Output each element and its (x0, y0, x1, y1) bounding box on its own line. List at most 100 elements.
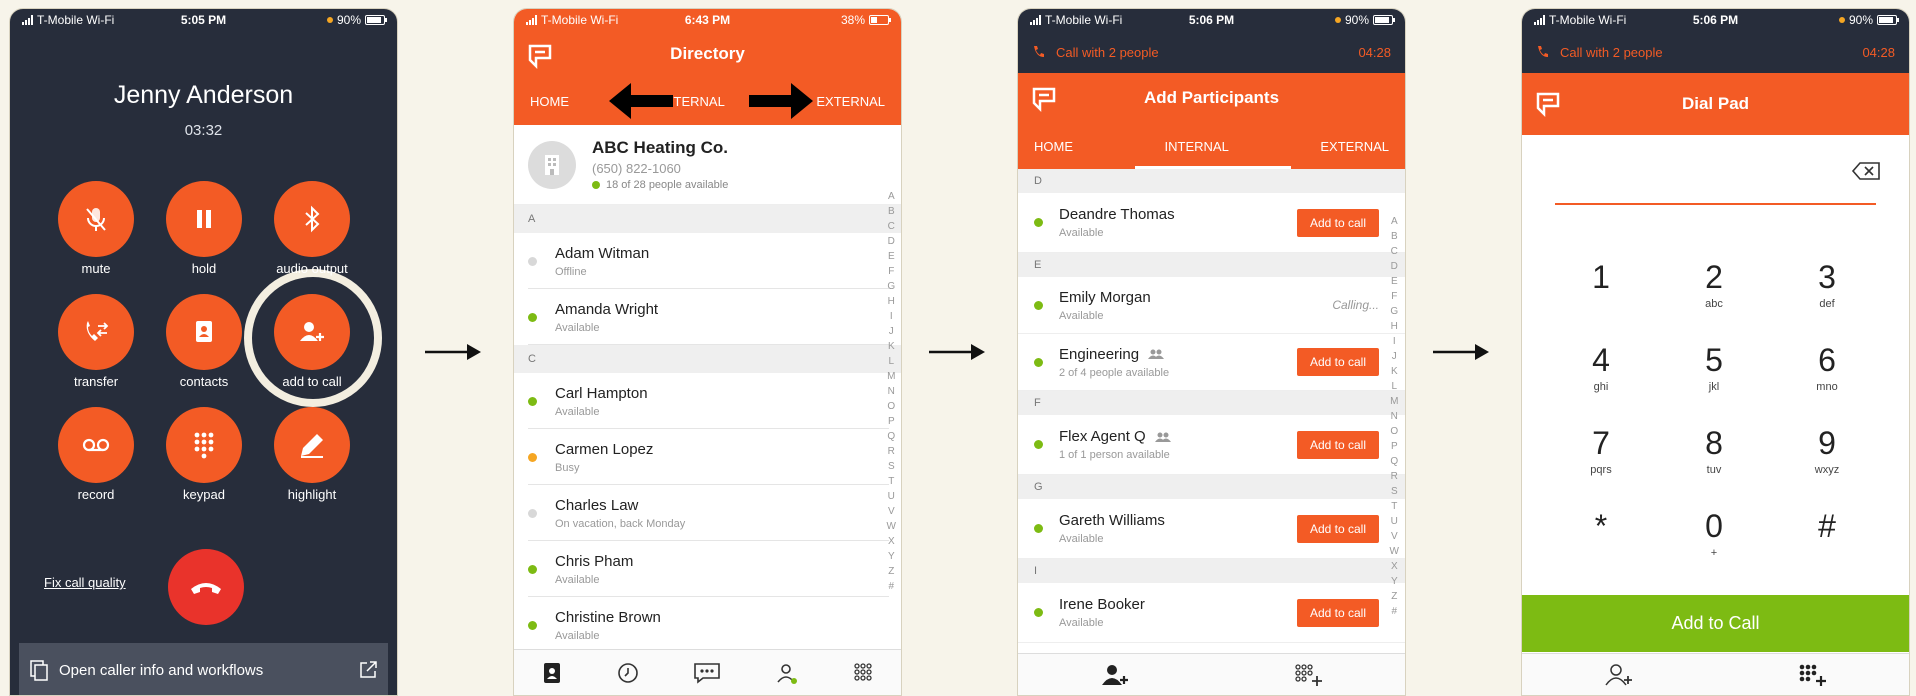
history-icon[interactable] (616, 661, 640, 685)
index-letter[interactable]: B (888, 204, 895, 219)
contacts-button[interactable]: contacts (166, 294, 242, 389)
index-letter[interactable]: U (888, 489, 895, 504)
index-letter[interactable]: R (1391, 469, 1398, 484)
add-dialpad-icon[interactable] (1797, 662, 1827, 688)
index-letter[interactable]: A (1391, 214, 1398, 229)
index-letter[interactable]: T (1391, 499, 1397, 514)
index-letter[interactable]: V (1391, 529, 1398, 544)
index-letter[interactable]: S (888, 459, 895, 474)
active-call-bar[interactable]: Call with 2 people 04:28 (1018, 31, 1405, 73)
index-letter[interactable]: C (1391, 244, 1398, 259)
add-to-call-button[interactable]: Add to call (1297, 348, 1379, 376)
dial-key[interactable]: # (1782, 508, 1872, 547)
index-letter[interactable]: K (888, 339, 895, 354)
dial-key[interactable]: 1 (1556, 259, 1646, 298)
index-letter[interactable]: G (1390, 304, 1398, 319)
tab-home[interactable]: HOME (530, 94, 569, 109)
index-letter[interactable]: P (1391, 439, 1398, 454)
tab-external[interactable]: EXTERNAL (816, 94, 885, 109)
index-letter[interactable]: # (888, 579, 894, 594)
index-letter[interactable]: F (1391, 289, 1397, 304)
contact-row[interactable]: Charles Law On vacation, back Monday (514, 485, 901, 541)
participant-row[interactable]: Emily Morgan Available Calling... (1018, 277, 1405, 334)
index-letter[interactable]: H (888, 294, 895, 309)
contact-row[interactable]: Adam Witman Offline (514, 233, 901, 289)
index-letter[interactable]: D (1391, 259, 1398, 274)
fix-call-quality-link[interactable]: Fix call quality (44, 575, 126, 590)
add-dialpad-icon[interactable] (1293, 662, 1323, 688)
add-person-icon[interactable] (1100, 663, 1130, 687)
index-letter[interactable]: C (888, 219, 895, 234)
index-letter[interactable]: G (887, 279, 895, 294)
index-letter[interactable]: Y (888, 549, 895, 564)
index-letter[interactable]: R (888, 444, 895, 459)
index-letter[interactable]: T (888, 474, 894, 489)
index-letter[interactable]: I (890, 309, 893, 324)
dialpad-icon[interactable] (852, 661, 874, 685)
index-letter[interactable]: W (1390, 544, 1399, 559)
dial-key[interactable]: 3 def (1782, 259, 1872, 310)
index-letter[interactable]: J (889, 324, 894, 339)
add-to-call-button[interactable]: Add to call (1297, 514, 1379, 543)
index-letter[interactable]: L (1391, 379, 1397, 394)
messages-icon[interactable] (693, 661, 721, 685)
tab-internal[interactable]: INTERNAL (1165, 139, 1229, 154)
index-letter[interactable]: S (1391, 484, 1398, 499)
dial-key[interactable]: 9 wxyz (1782, 425, 1872, 476)
keypad-button[interactable]: keypad (166, 407, 242, 502)
add-to-call-button[interactable]: Add to call (1297, 430, 1379, 459)
add-person-icon[interactable] (1604, 663, 1634, 687)
index-letter[interactable]: U (1391, 514, 1398, 529)
add-to-call-button[interactable]: Add to call (1297, 208, 1379, 237)
index-letter[interactable]: N (888, 384, 895, 399)
index-letter[interactable]: X (888, 534, 895, 549)
index-letter[interactable]: L (888, 354, 894, 369)
highlight-button[interactable]: highlight (274, 407, 350, 502)
profile-icon[interactable] (775, 661, 799, 685)
tab-home[interactable]: HOME (1034, 139, 1073, 154)
dial-key[interactable]: 5 jkl (1669, 342, 1759, 393)
alphabet-index[interactable]: A B C D E F G H I J K L M N O P Q R S T U V W X Y Z # (1390, 214, 1399, 619)
contact-row[interactable]: Carmen Lopez Busy (514, 429, 901, 485)
index-letter[interactable]: Y (1391, 574, 1398, 589)
index-letter[interactable]: D (888, 234, 895, 249)
contact-row[interactable]: Amanda Wright Available (514, 289, 901, 345)
record-button[interactable]: record (58, 407, 134, 502)
index-letter[interactable]: E (1391, 274, 1398, 289)
organization-card[interactable]: ABC Heating Co. (650) 822-1060 18 of 28 … (514, 125, 901, 205)
index-letter[interactable]: I (1393, 334, 1396, 349)
index-letter[interactable]: F (888, 264, 894, 279)
caller-info-bar[interactable]: Open caller info and workflows (19, 643, 388, 695)
dial-input[interactable] (1522, 135, 1909, 235)
contact-row[interactable]: Christine Brown Available (514, 597, 901, 653)
index-letter[interactable]: A (888, 189, 895, 204)
index-letter[interactable]: J (1392, 349, 1397, 364)
hang-up-button[interactable] (168, 549, 244, 625)
participant-row[interactable]: Deandre Thomas Available Add to call (1018, 193, 1405, 253)
index-letter[interactable]: H (1391, 319, 1398, 334)
index-letter[interactable]: X (1391, 559, 1398, 574)
add-to-call-button[interactable]: add to call (274, 294, 350, 389)
index-letter[interactable]: Z (1391, 589, 1397, 604)
audio-output-button[interactable]: audio output (274, 181, 350, 276)
active-call-bar[interactable]: Call with 2 people 04:28 (1522, 31, 1909, 73)
index-letter[interactable]: O (887, 399, 895, 414)
tab-external[interactable]: EXTERNAL (1320, 139, 1389, 154)
index-letter[interactable]: N (1391, 409, 1398, 424)
add-to-call-button[interactable]: Add to Call (1522, 595, 1909, 652)
participant-row[interactable]: Gareth Williams Available Add to call (1018, 499, 1405, 559)
index-letter[interactable]: Z (888, 564, 894, 579)
index-letter[interactable]: B (1391, 229, 1398, 244)
index-letter[interactable]: V (888, 504, 895, 519)
dial-key[interactable]: 0 + (1669, 508, 1759, 559)
index-letter[interactable]: # (1391, 604, 1397, 619)
contact-row[interactable]: Chris Pham Available (514, 541, 901, 597)
index-letter[interactable]: P (888, 414, 895, 429)
index-letter[interactable]: K (1391, 364, 1398, 379)
dial-key[interactable]: 6 mno (1782, 342, 1872, 393)
participant-row[interactable]: Irene Booker Available Add to call (1018, 583, 1405, 643)
index-letter[interactable]: O (1390, 424, 1398, 439)
participant-row[interactable]: Flex Agent Q 1 of 1 person available Add t… (1018, 415, 1405, 475)
index-letter[interactable]: E (888, 249, 895, 264)
dial-key[interactable]: 8 tuv (1669, 425, 1759, 476)
